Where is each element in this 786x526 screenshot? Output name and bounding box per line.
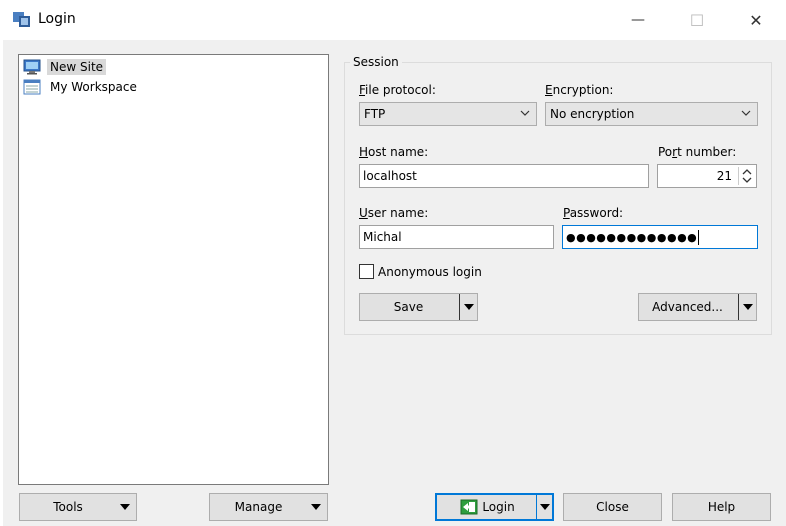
- file-protocol-select[interactable]: FTP: [359, 102, 537, 126]
- host-name-label: Host name:: [359, 145, 429, 159]
- advanced-button-label: Advanced...: [652, 300, 723, 314]
- host-name-value: localhost: [363, 169, 417, 183]
- encryption-label: Encryption:: [545, 83, 614, 97]
- tree-item-my-workspace[interactable]: My Workspace: [23, 77, 140, 97]
- close-window-button[interactable]: ✕: [741, 6, 771, 34]
- text-caret: [698, 229, 700, 245]
- close-button-label: Close: [596, 500, 629, 514]
- split-divider: [536, 495, 537, 519]
- tree-item-new-site[interactable]: New Site: [23, 57, 107, 77]
- user-name-input[interactable]: Michal: [359, 225, 554, 249]
- advanced-button[interactable]: Advanced...: [638, 293, 757, 321]
- encryption-value: No encryption: [550, 107, 635, 121]
- user-name-label: User name:: [359, 206, 429, 220]
- help-button-label: Help: [707, 500, 736, 514]
- dropdown-arrow-icon[interactable]: [464, 304, 474, 310]
- anonymous-login-checkbox[interactable]: [359, 264, 374, 279]
- save-button-label: Save: [393, 300, 424, 314]
- host-name-input[interactable]: localhost: [359, 164, 649, 188]
- tools-button-label: Tools: [53, 500, 83, 514]
- tree-item-label: My Workspace: [50, 80, 137, 94]
- spin-down-icon[interactable]: [742, 177, 752, 184]
- workspace-icon: [23, 79, 41, 95]
- session-group-title: Session: [350, 55, 402, 69]
- spin-up-icon[interactable]: [742, 168, 752, 175]
- encryption-select[interactable]: No encryption: [545, 102, 758, 126]
- port-number-label: Port number:: [658, 145, 737, 159]
- password-input[interactable]: ●●●●●●●●●●●●●: [562, 225, 758, 249]
- tools-button[interactable]: Tools: [19, 493, 137, 521]
- manage-button-label: Manage: [234, 500, 283, 514]
- dropdown-arrow-icon: [120, 504, 130, 510]
- dropdown-arrow-icon: [311, 504, 321, 510]
- winscp-app-icon: [13, 12, 30, 27]
- split-divider: [459, 294, 460, 320]
- monitor-icon: [23, 59, 41, 75]
- manage-button[interactable]: Manage: [209, 493, 328, 521]
- login-icon: [460, 499, 478, 515]
- tree-item-label: New Site: [47, 59, 107, 75]
- login-button[interactable]: Login: [435, 493, 554, 521]
- save-button[interactable]: Save: [359, 293, 478, 321]
- minimize-icon: —: [631, 12, 645, 28]
- port-number-value: 21: [716, 169, 732, 183]
- help-button[interactable]: Help: [672, 493, 771, 521]
- minimize-button[interactable]: —: [623, 6, 653, 34]
- title-bar: Login — ☐ ✕: [0, 0, 786, 40]
- maximize-button[interactable]: ☐: [682, 6, 712, 34]
- chevron-down-icon: [741, 110, 751, 116]
- close-icon: ✕: [749, 10, 763, 30]
- chevron-down-icon: [520, 110, 530, 116]
- login-button-label: Login: [482, 500, 515, 514]
- window-title: Login: [38, 11, 76, 27]
- file-protocol-value: FTP: [364, 107, 386, 121]
- anonymous-login-label: Anonymous login: [378, 265, 482, 279]
- split-divider: [738, 294, 739, 320]
- password-value: ●●●●●●●●●●●●●: [566, 230, 698, 244]
- dropdown-arrow-icon[interactable]: [743, 304, 753, 310]
- maximize-icon: ☐: [689, 10, 705, 30]
- password-label: Password:: [563, 206, 624, 220]
- user-name-value: Michal: [363, 230, 402, 244]
- file-protocol-label: File protocol:: [359, 83, 436, 97]
- site-tree[interactable]: New Site My Workspace: [18, 54, 329, 485]
- dropdown-arrow-icon[interactable]: [540, 504, 550, 510]
- port-number-stepper[interactable]: 21: [657, 164, 757, 188]
- close-button[interactable]: Close: [563, 493, 662, 521]
- port-spin-buttons[interactable]: [738, 167, 754, 185]
